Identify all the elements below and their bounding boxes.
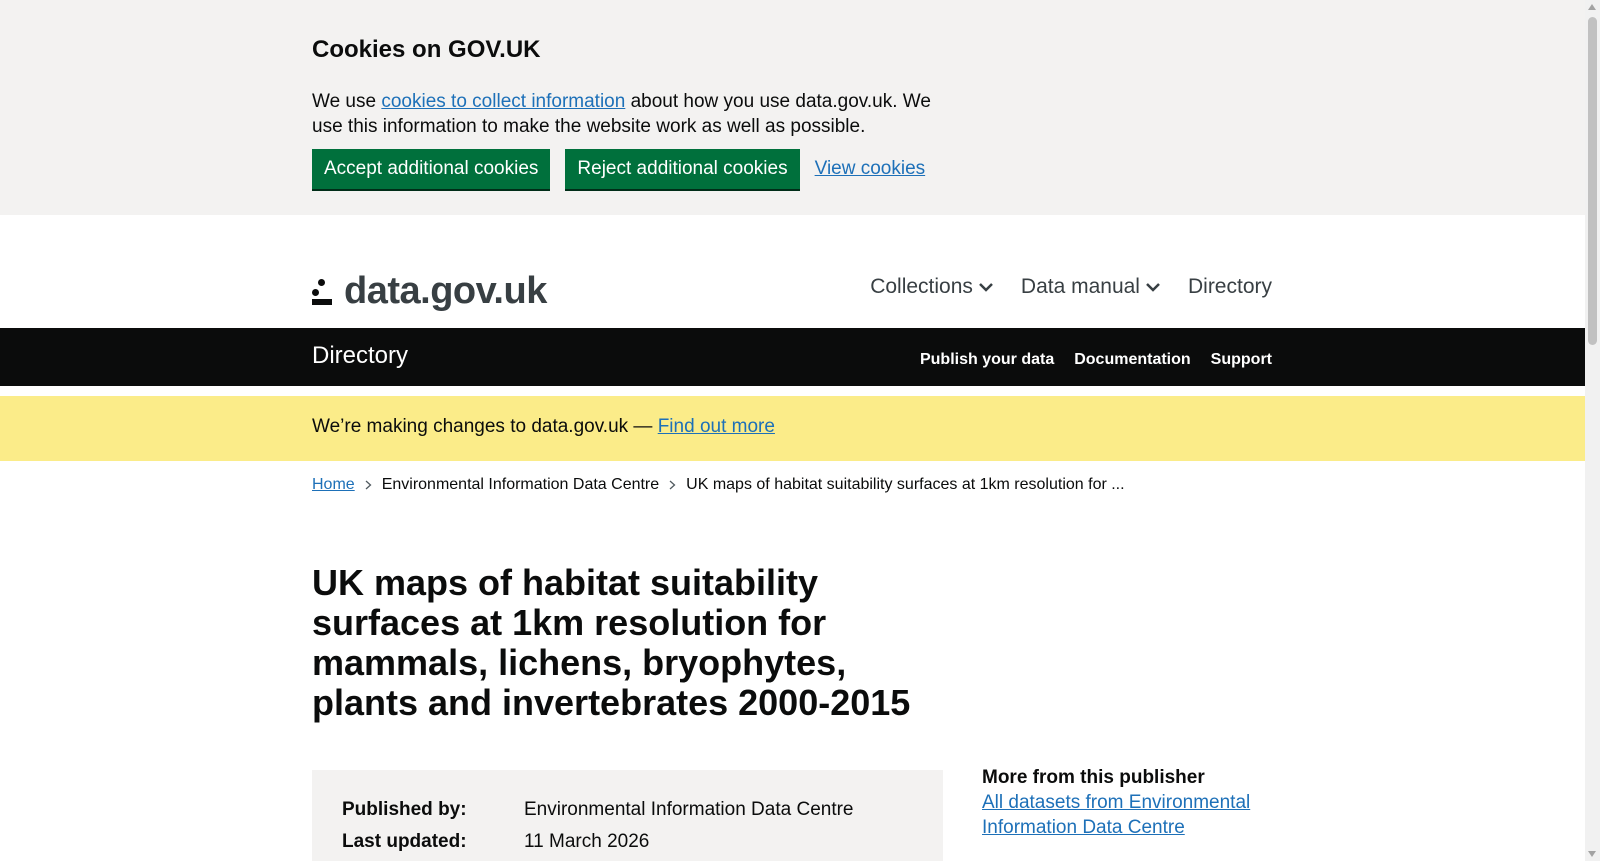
chevron-down-icon (1146, 283, 1160, 292)
nav-collections-label: Collections (870, 275, 973, 298)
scroll-down-icon[interactable] (1588, 851, 1596, 857)
all-datasets-link[interactable]: All datasets from Environmental Informat… (982, 792, 1250, 838)
cookie-banner: Cookies on GOV.UK We use cookies to coll… (0, 0, 1585, 215)
cookie-info-link[interactable]: cookies to collect information (381, 91, 625, 112)
last-updated-row: Last updated: 11 March 2026 (342, 826, 913, 858)
find-out-more-link[interactable]: Find out more (658, 416, 775, 437)
support-link[interactable]: Support (1211, 351, 1272, 369)
page-scrollbar[interactable] (1585, 0, 1600, 861)
site-header: data.gov.uk Collections Data manual Dire… (0, 215, 1585, 328)
nav-data-manual-label: Data manual (1020, 275, 1140, 298)
nav-collections[interactable]: Collections (870, 275, 993, 299)
directory-bar: Directory Publish your data Documentatio… (0, 328, 1585, 386)
reject-cookies-button[interactable]: Reject additional cookies (565, 149, 800, 189)
last-updated-label: Last updated: (342, 831, 467, 852)
chevron-right-icon (365, 480, 372, 490)
notice-banner: We’re making changes to data.gov.uk — Fi… (0, 396, 1585, 461)
site-logo[interactable]: data.gov.uk (312, 270, 547, 313)
cookie-banner-text: We use cookies to collect information ab… (312, 89, 952, 139)
view-cookies-link[interactable]: View cookies (815, 158, 926, 180)
logo-mark-icon (312, 277, 334, 307)
published-by-row: Published by: Environmental Information … (342, 794, 913, 826)
breadcrumb-current: UK maps of habitat suitability surfaces … (686, 476, 1125, 493)
notice-text: We’re making changes to data.gov.uk — (312, 416, 658, 437)
documentation-link[interactable]: Documentation (1074, 351, 1190, 369)
page: Cookies on GOV.UK We use cookies to coll… (0, 0, 1585, 861)
last-updated-value: 11 March 2026 (524, 831, 650, 852)
published-by-label: Published by: (342, 799, 467, 820)
logo-text: data.gov.uk (344, 270, 547, 312)
chevron-right-icon (669, 480, 676, 490)
breadcrumb: Home Environmental Information Data Cent… (312, 475, 1272, 495)
cookie-banner-title: Cookies on GOV.UK (312, 36, 541, 63)
breadcrumb-home[interactable]: Home (312, 475, 355, 495)
sidebar-title: More from this publisher (982, 767, 1205, 788)
directory-links: Publish your data Documentation Support (900, 351, 1272, 369)
nav-directory[interactable]: Directory (1188, 275, 1272, 299)
scroll-up-icon[interactable] (1588, 4, 1596, 10)
scrollbar-thumb[interactable] (1588, 17, 1597, 345)
metadata-box: Published by: Environmental Information … (312, 770, 943, 861)
main-content: Home Environmental Information Data Cent… (312, 475, 1272, 861)
chevron-down-icon (979, 283, 993, 292)
cookie-text-before: We use (312, 91, 382, 112)
publish-your-data-link[interactable]: Publish your data (920, 351, 1054, 369)
accept-cookies-button[interactable]: Accept additional cookies (312, 149, 551, 189)
main-nav: Collections Data manual Directory (842, 275, 1272, 299)
directory-title: Directory (312, 342, 409, 369)
cookie-actions: Accept additional cookies Reject additio… (312, 149, 1272, 189)
publisher-sidebar: More from this publisher All datasets fr… (982, 765, 1272, 840)
published-by-value: Environmental Information Data Centre (524, 799, 854, 820)
breadcrumb-publisher: Environmental Information Data Centre (381, 476, 660, 493)
page-title: UK maps of habitat suitability surfaces … (312, 562, 911, 723)
content-row: Published by: Environmental Information … (312, 767, 1272, 861)
nav-data-manual[interactable]: Data manual (1021, 275, 1160, 299)
